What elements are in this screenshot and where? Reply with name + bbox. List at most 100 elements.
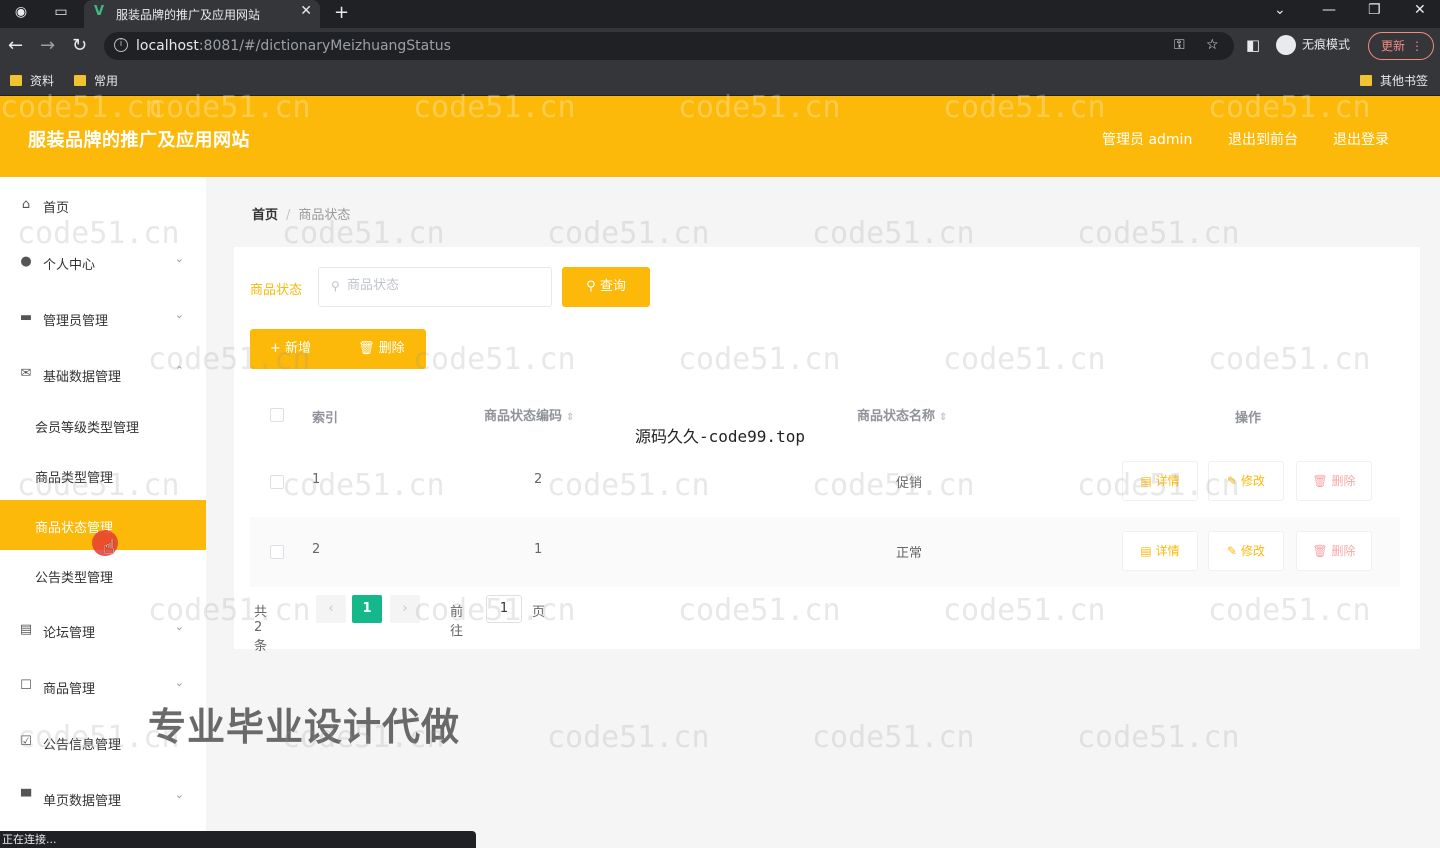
remove-button[interactable]: 🗑 删除 — [1296, 461, 1372, 501]
chevron-down-icon: ⌄ — [174, 308, 184, 321]
pencil-icon: ✎ — [1227, 544, 1241, 558]
bookmark-ziliao[interactable]: 资料 — [10, 72, 54, 89]
query-button[interactable]: ⚲ 查询 — [562, 267, 650, 307]
url-field[interactable]: i localhost:8081/#/dictionaryMeizhuangSt… — [104, 32, 1234, 60]
page-suffix: 页 — [532, 605, 546, 620]
sidebar-item-basedata[interactable]: ✉ 基础数据管理 ⌃ — [0, 354, 206, 394]
row-checkbox[interactable] — [270, 475, 284, 489]
goto-label: 前往 — [450, 605, 464, 639]
back-icon[interactable]: ← — [8, 35, 23, 56]
search-input[interactable] — [347, 278, 537, 293]
key-icon[interactable]: ⚿ — [1174, 37, 1185, 53]
table-row: 2 1 正常 ▤ 详情 ✎ 修改 🗑 删除 — [250, 517, 1400, 587]
sidebar-item-singlepage[interactable]: ▀ 单页数据管理 ⌄ — [0, 778, 206, 818]
select-all-checkbox[interactable] — [270, 408, 284, 422]
goto-page-input[interactable]: 1 — [486, 595, 522, 623]
app-header: 服装品牌的推广及应用网站 管理员 admin 退出到前台 退出登录 code51… — [0, 90, 1440, 177]
breadcrumb-home[interactable]: 首页 — [252, 208, 278, 223]
breadcrumb: 首页 / 商品状态 — [252, 204, 350, 223]
document-icon: ▤ — [1140, 544, 1156, 558]
edit-button[interactable]: ✎ 修改 — [1208, 461, 1284, 501]
chevron-down-icon: ⌄ — [174, 788, 184, 801]
bookmark-changyong[interactable]: 常用 — [74, 72, 118, 89]
browser-tab[interactable]: V 服装品牌的推广及应用网站 ✕ — [84, 0, 320, 28]
sidebar-item-forum[interactable]: ▤ 论坛管理 ⌄ — [0, 610, 206, 650]
watermark: code51.cn — [1208, 90, 1371, 125]
url-host: localhost — [136, 38, 199, 54]
table-row: 1 2 促销 ▤ 详情 ✎ 修改 🗑 删除 — [250, 447, 1400, 517]
close-tab-icon[interactable]: ✕ — [300, 3, 312, 19]
sidebar-item-profile[interactable]: ● 个人中心 ⌄ — [0, 242, 206, 282]
watermark: code51.cn — [678, 90, 841, 125]
chevron-up-icon: ⌃ — [174, 364, 184, 377]
breadcrumb-current: 商品状态 — [298, 208, 351, 223]
reload-icon[interactable]: ↻ — [72, 35, 87, 56]
search-icon: ⚲ — [331, 279, 340, 293]
watermark: code51.cn — [413, 90, 576, 125]
edit-button[interactable]: ✎ 修改 — [1208, 531, 1284, 571]
sidebar-subitem-member-level[interactable]: 会员等级类型管理 — [0, 400, 206, 450]
cell-code: 2 — [534, 472, 543, 487]
window-icon[interactable]: ▭ — [52, 4, 70, 22]
vue-favicon-icon: V — [94, 4, 105, 19]
restore-icon[interactable]: ❐ — [1368, 2, 1381, 18]
page-button[interactable]: 1 — [352, 595, 382, 623]
pagination-total: 共 2 条 — [254, 605, 268, 654]
sort-icon[interactable]: ⇕ — [939, 412, 947, 423]
watermark: code51.cn — [943, 90, 1106, 125]
header-code[interactable]: 商品状态编码 ⇕ — [484, 405, 574, 424]
detail-button[interactable]: ▤ 详情 — [1122, 531, 1198, 571]
prev-page-button[interactable]: ‹ — [316, 595, 346, 623]
remove-button[interactable]: 🗑 删除 — [1296, 531, 1372, 571]
next-page-button[interactable]: › — [390, 595, 420, 623]
site-title: 服装品牌的推广及应用网站 — [28, 130, 250, 151]
tab-search-icon[interactable]: ⌄ — [1274, 2, 1286, 18]
back-to-front-link[interactable]: 退出到前台 — [1228, 129, 1298, 149]
bookmarks-bar: 资料 常用 其他书签 — [0, 64, 1440, 96]
trash-icon: 🗑 — [1312, 544, 1332, 558]
close-window-icon[interactable]: ✕ — [1414, 2, 1426, 18]
checklist-icon: ☑ — [20, 734, 32, 749]
watermark: code51.cn — [148, 90, 311, 125]
address-bar: ← → ↻ i localhost:8081/#/dictionaryMeizh… — [0, 28, 1440, 64]
sort-icon[interactable]: ⇕ — [566, 412, 574, 423]
sidebar-subitem-goods-type[interactable]: 商品类型管理 — [0, 450, 206, 500]
overlay-promo-text: 专业毕业设计代做 — [148, 705, 461, 749]
sidebar-item-home[interactable]: ⌂ 首页 — [0, 185, 206, 225]
new-tab-icon[interactable]: + — [334, 2, 349, 23]
sidebar-item-admin[interactable]: ▬ 管理员管理 ⌄ — [0, 298, 206, 338]
browser-status-bar: 正在连接... — [0, 831, 476, 848]
chat-icon: ☐ — [20, 678, 32, 693]
incognito-icon — [1276, 35, 1296, 55]
home-icon: ⌂ — [21, 197, 31, 212]
mail-icon: ✉ — [20, 366, 32, 381]
tab-title: 服装品牌的推广及应用网站 — [116, 8, 261, 22]
breadcrumb-separator: / — [286, 208, 291, 223]
star-icon[interactable]: ☆ — [1206, 37, 1219, 53]
cell-name: 正常 — [896, 546, 923, 561]
site-info-icon[interactable]: i — [114, 38, 128, 52]
delete-button[interactable]: 🗑 删除 — [338, 329, 426, 369]
header-name[interactable]: 商品状态名称 ⇕ — [857, 405, 947, 424]
search-field[interactable]: ⚲ — [318, 267, 552, 307]
cell-index: 1 — [312, 472, 321, 487]
sidepanel-icon[interactable]: ◧ — [1246, 36, 1260, 54]
search-label: 商品状态 — [250, 283, 303, 298]
row-checkbox[interactable] — [270, 545, 284, 559]
update-button[interactable]: 更新 ⋮ — [1368, 32, 1434, 60]
incognito-indicator[interactable]: 无痕模式 — [1276, 35, 1350, 55]
detail-button[interactable]: ▤ 详情 — [1122, 461, 1198, 501]
plus-icon: + — [270, 341, 286, 356]
add-button[interactable]: + 新增 — [250, 329, 338, 369]
logout-link[interactable]: 退出登录 — [1333, 129, 1389, 149]
browser-tab-bar: ◉ ▭ V 服装品牌的推广及应用网站 ✕ + ⌄ — ❐ ✕ — [0, 0, 1440, 28]
forward-icon[interactable]: → — [40, 35, 55, 56]
bookmark-other[interactable]: 其他书签 — [1360, 72, 1428, 89]
minimize-icon[interactable]: — — [1322, 2, 1336, 18]
folder-icon — [1360, 75, 1372, 86]
search-icon: ⚲ — [586, 279, 600, 294]
browser-menu-icon[interactable]: ◉ — [12, 4, 30, 22]
cell-index: 2 — [312, 542, 321, 557]
briefcase-icon: ▬ — [19, 310, 33, 325]
overlay-mono-text: 源码久久-code99.top — [635, 427, 805, 446]
